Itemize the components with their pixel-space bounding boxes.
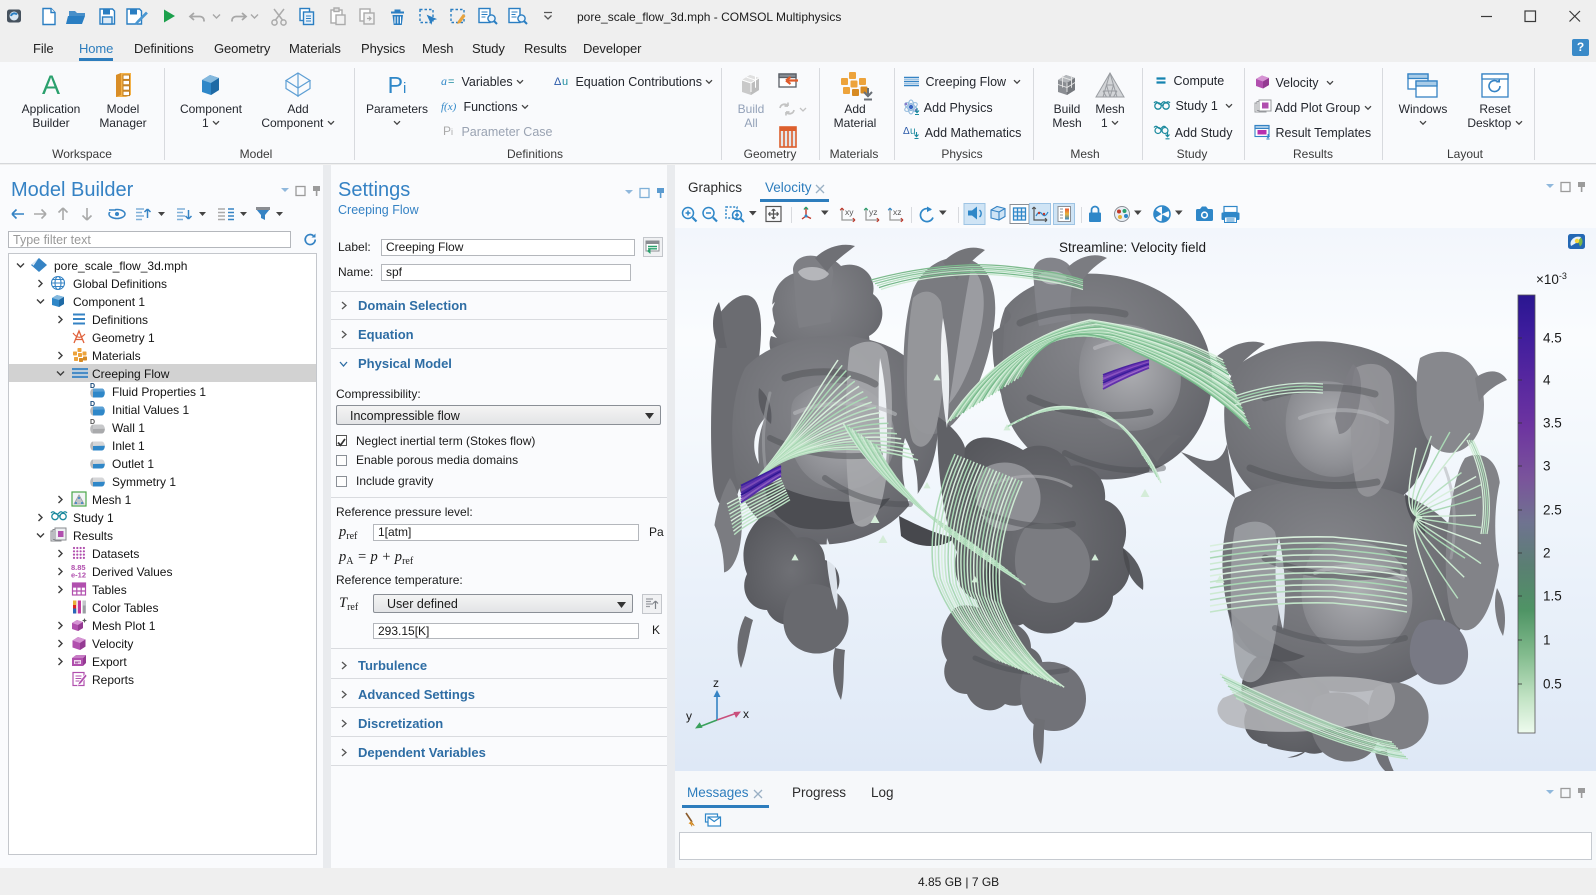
svg-text:0.5: 0.5 (1543, 677, 1562, 692)
svg-text:y: y (686, 709, 692, 723)
svg-text:4: 4 (1543, 373, 1551, 388)
svg-text:Streamline: Velocity field: Streamline: Velocity field (1059, 240, 1206, 255)
svg-text:u: u (562, 76, 568, 88)
svg-text:2: 2 (1543, 546, 1551, 561)
svg-text:Pi: Pi (443, 124, 453, 138)
svg-text:Δ: Δ (903, 126, 910, 137)
svg-text:=: = (448, 76, 454, 88)
svg-text:x: x (743, 707, 749, 721)
svg-text:4.5: 4.5 (1543, 331, 1562, 346)
svg-text:D: D (90, 401, 95, 408)
svg-text:3: 3 (1543, 459, 1551, 474)
svg-text:f(x): f(x) (441, 101, 457, 113)
svg-text:Δ: Δ (554, 76, 562, 88)
svg-text:xz: xz (893, 207, 902, 217)
svg-text:xy: xy (845, 207, 854, 217)
svg-text:e-12: e-12 (71, 571, 86, 580)
svg-text:a: a (441, 74, 447, 88)
svg-text:2.5: 2.5 (1543, 503, 1562, 518)
svg-text:1: 1 (1543, 633, 1551, 648)
svg-text:3.5: 3.5 (1543, 416, 1562, 431)
svg-text:D: D (90, 383, 95, 390)
svg-text:D: D (90, 419, 95, 426)
svg-text:yz: yz (869, 207, 878, 217)
svg-text:1.5: 1.5 (1543, 589, 1562, 604)
svg-text:z: z (713, 676, 719, 690)
